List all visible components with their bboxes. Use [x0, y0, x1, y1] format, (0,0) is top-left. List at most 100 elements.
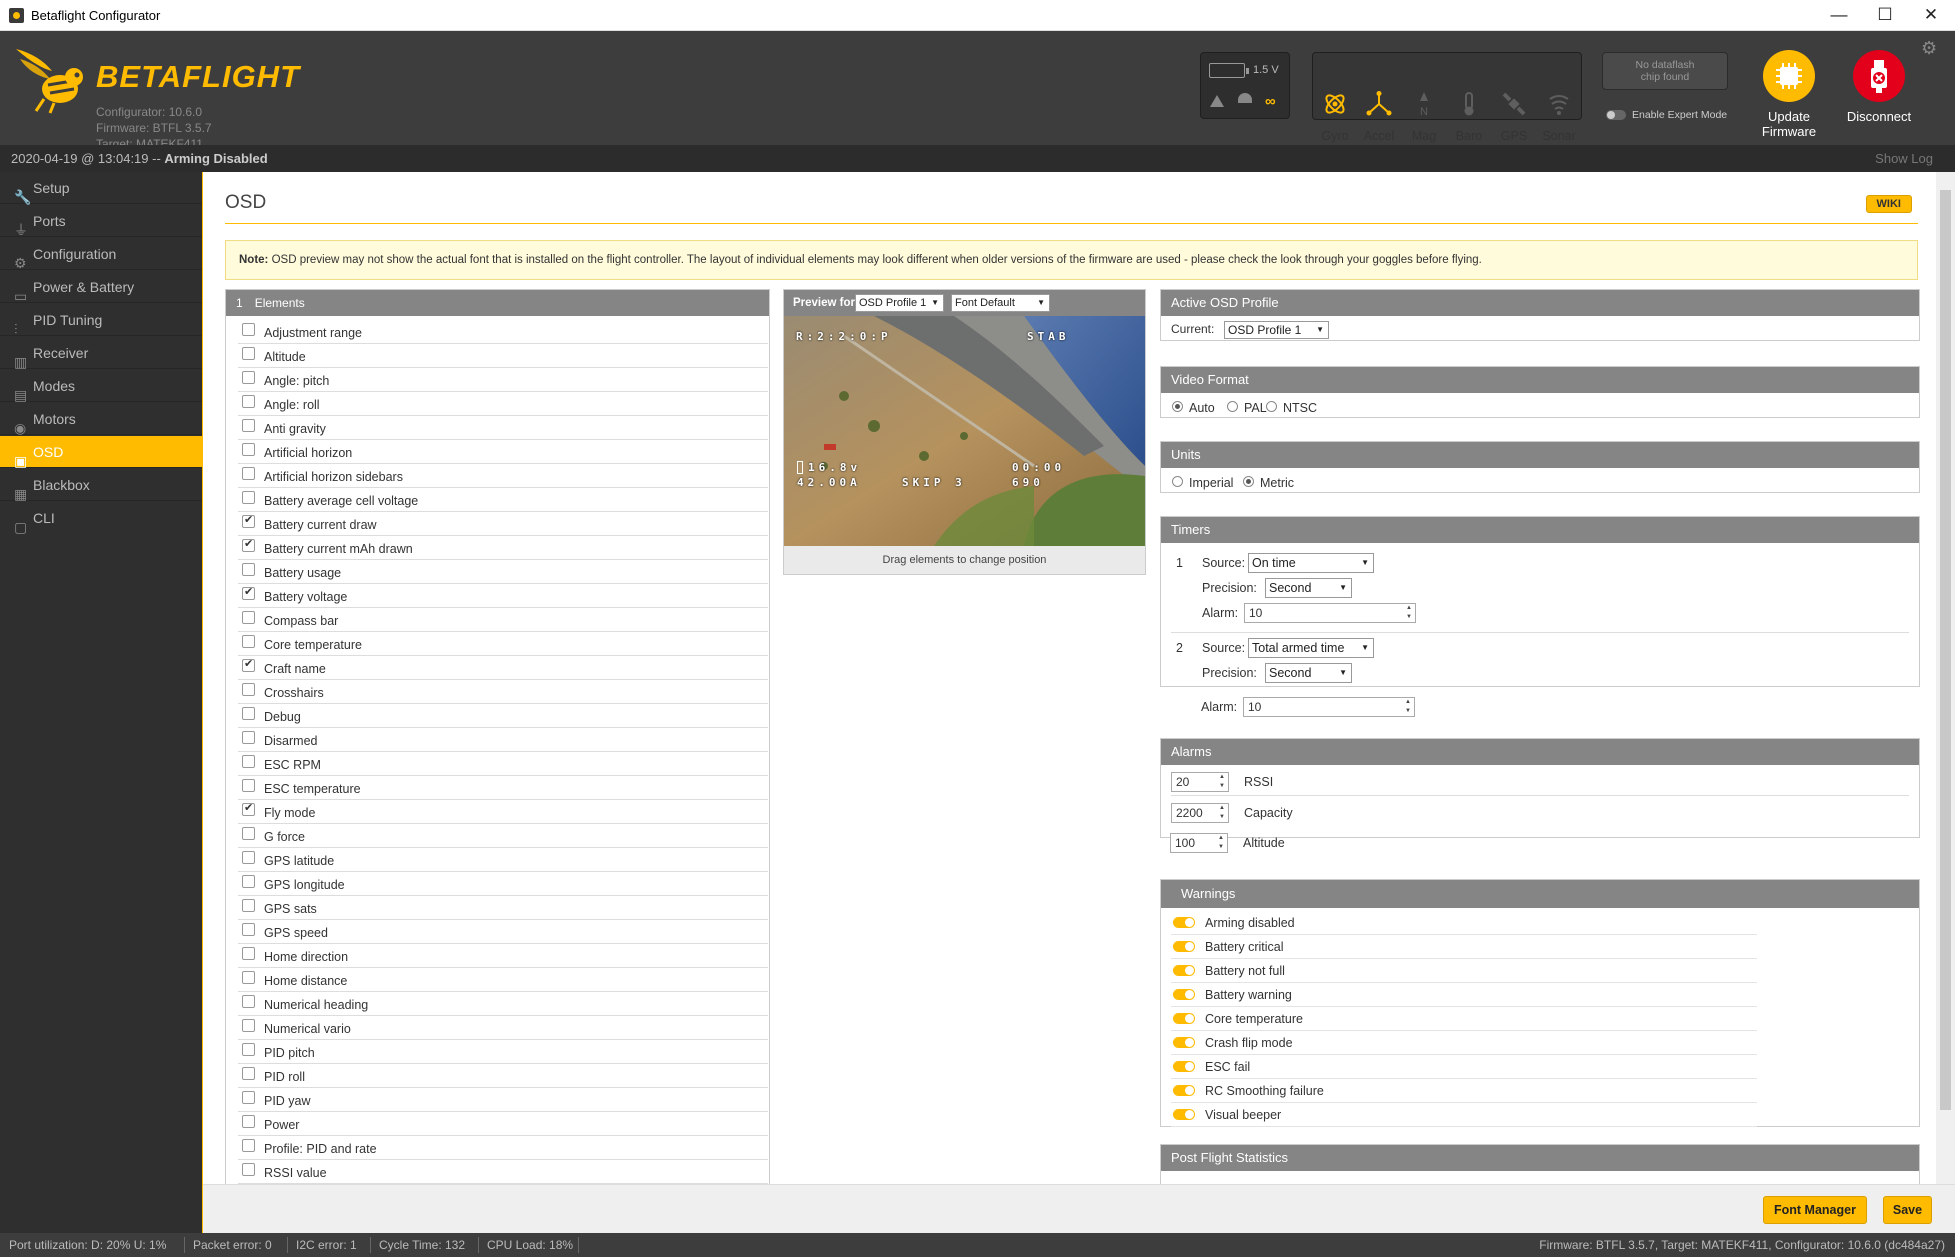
element-checkbox[interactable] [242, 537, 255, 552]
element-checkbox[interactable] [242, 683, 255, 696]
minimize-button[interactable]: — [1816, 0, 1862, 31]
element-row[interactable]: Angle: roll [238, 392, 768, 416]
element-checkbox[interactable] [242, 827, 255, 840]
element-checkbox[interactable] [242, 1139, 255, 1152]
sidebar-item-setup[interactable]: 🔧 Setup [0, 172, 202, 205]
warning-toggle[interactable] [1173, 1037, 1195, 1048]
element-row[interactable]: PID roll [238, 1064, 768, 1088]
element-checkbox[interactable] [242, 731, 255, 744]
element-checkbox[interactable] [242, 875, 255, 888]
font-manager-button[interactable]: Font Manager [1763, 1196, 1867, 1224]
element-checkbox[interactable] [242, 563, 255, 576]
element-checkbox[interactable] [242, 707, 255, 720]
element-row[interactable]: Core temperature [238, 632, 768, 656]
element-row[interactable]: ESC RPM [238, 752, 768, 776]
show-log-link[interactable]: Show Log [1875, 151, 1933, 166]
alarm-altitude-input[interactable]: 100 ▲ ▼ [1170, 833, 1228, 853]
element-checkbox[interactable] [242, 1163, 255, 1176]
units-imperial-radio[interactable] [1172, 476, 1183, 487]
sidebar-item-modes[interactable]: ▤ Modes [0, 370, 202, 403]
element-checkbox[interactable] [242, 611, 255, 624]
element-checkbox[interactable] [242, 491, 255, 504]
element-checkbox[interactable] [242, 801, 255, 816]
element-checkbox[interactable] [242, 1043, 255, 1056]
sidebar-item-osd[interactable]: ▣ OSD [0, 436, 202, 469]
sidebar-item-receiver[interactable]: ▥ Receiver [0, 337, 202, 370]
settings-gear-icon[interactable]: ⚙ [1921, 38, 1937, 59]
scrollbar-thumb[interactable] [1940, 190, 1951, 1110]
video-auto-radio[interactable] [1172, 401, 1183, 412]
element-row[interactable]: Angle: pitch [238, 368, 768, 392]
element-row[interactable]: Numerical vario [238, 1016, 768, 1040]
video-pal-radio[interactable] [1227, 401, 1238, 412]
timer1-source-select[interactable]: On time [1248, 553, 1374, 573]
sidebar-item-power-battery[interactable]: ▭ Power & Battery [0, 271, 202, 304]
element-row[interactable]: PID yaw [238, 1088, 768, 1112]
element-row[interactable]: ESC temperature [238, 776, 768, 800]
element-checkbox[interactable] [242, 899, 255, 912]
alarm-rssi-input[interactable]: 20 ▲ ▼ [1171, 772, 1229, 792]
element-checkbox[interactable] [242, 635, 255, 648]
timer1-alarm-input[interactable]: 10 ▲ ▼ [1244, 603, 1416, 623]
element-row[interactable]: Artificial horizon sidebars [238, 464, 768, 488]
element-checkbox[interactable] [242, 371, 255, 384]
element-row[interactable]: Battery current mAh drawn [238, 536, 768, 560]
timer2-source-select[interactable]: Total armed time [1248, 638, 1374, 658]
sidebar-item-ports[interactable]: ⏚ Ports [0, 205, 202, 238]
maximize-button[interactable]: ☐ [1862, 0, 1908, 31]
element-checkbox[interactable] [242, 585, 255, 600]
expert-mode-toggle[interactable] [1606, 110, 1626, 120]
sidebar-item-pid-tuning[interactable]: ⫶ PID Tuning [0, 304, 202, 337]
element-row[interactable]: Numerical heading [238, 992, 768, 1016]
warning-toggle[interactable] [1173, 1085, 1195, 1096]
warning-toggle[interactable] [1173, 1013, 1195, 1024]
element-checkbox[interactable] [242, 1091, 255, 1104]
element-row[interactable]: Compass bar [238, 608, 768, 632]
video-ntsc-radio[interactable] [1266, 401, 1277, 412]
spinner-arrows-icon[interactable]: ▲ ▼ [1217, 804, 1227, 822]
element-checkbox[interactable] [242, 995, 255, 1008]
warning-toggle[interactable] [1173, 965, 1195, 976]
alarm-capacity-input[interactable]: 2200 ▲ ▼ [1171, 803, 1229, 823]
element-checkbox[interactable] [242, 923, 255, 936]
element-checkbox[interactable] [242, 755, 255, 768]
element-row[interactable]: Battery average cell voltage [238, 488, 768, 512]
element-row[interactable]: Home direction [238, 944, 768, 968]
warning-toggle[interactable] [1173, 1061, 1195, 1072]
element-checkbox[interactable] [242, 851, 255, 864]
close-button[interactable]: ✕ [1908, 0, 1954, 31]
warning-toggle[interactable] [1173, 917, 1195, 928]
disconnect-button[interactable] [1853, 50, 1905, 102]
element-row[interactable]: Adjustment range [238, 320, 768, 344]
spinner-arrows-icon[interactable]: ▲ ▼ [1217, 773, 1227, 791]
element-row[interactable]: Fly mode [238, 800, 768, 824]
warning-toggle[interactable] [1173, 941, 1195, 952]
element-row[interactable]: GPS speed [238, 920, 768, 944]
timer2-precision-select[interactable]: Second [1265, 663, 1352, 683]
element-checkbox[interactable] [242, 971, 255, 984]
warning-toggle[interactable] [1173, 1109, 1195, 1120]
element-checkbox[interactable] [242, 657, 255, 672]
current-profile-select[interactable]: OSD Profile 1 [1224, 321, 1329, 339]
element-row[interactable]: GPS sats [238, 896, 768, 920]
element-row[interactable]: Battery current draw [238, 512, 768, 536]
element-row[interactable]: Altitude [238, 344, 768, 368]
element-row[interactable]: PID pitch [238, 1040, 768, 1064]
element-checkbox[interactable] [242, 347, 255, 360]
element-row[interactable]: Debug [238, 704, 768, 728]
element-checkbox[interactable] [242, 1019, 255, 1032]
spinner-arrows-icon[interactable]: ▲ ▼ [1216, 834, 1226, 852]
element-checkbox[interactable] [242, 323, 255, 336]
timer2-alarm-input[interactable]: 10 ▲ ▼ [1243, 697, 1415, 717]
element-row[interactable]: GPS latitude [238, 848, 768, 872]
element-row[interactable]: Crosshairs [238, 680, 768, 704]
element-row[interactable]: RSSI value [238, 1160, 768, 1184]
element-checkbox[interactable] [242, 513, 255, 528]
element-row[interactable]: Battery voltage [238, 584, 768, 608]
element-checkbox[interactable] [242, 467, 255, 480]
element-row[interactable]: Power [238, 1112, 768, 1136]
timer1-precision-select[interactable]: Second [1265, 578, 1352, 598]
sidebar-item-blackbox[interactable]: ▦ Blackbox [0, 469, 202, 502]
element-checkbox[interactable] [242, 1115, 255, 1128]
spinner-arrows-icon[interactable]: ▲ ▼ [1403, 698, 1413, 716]
